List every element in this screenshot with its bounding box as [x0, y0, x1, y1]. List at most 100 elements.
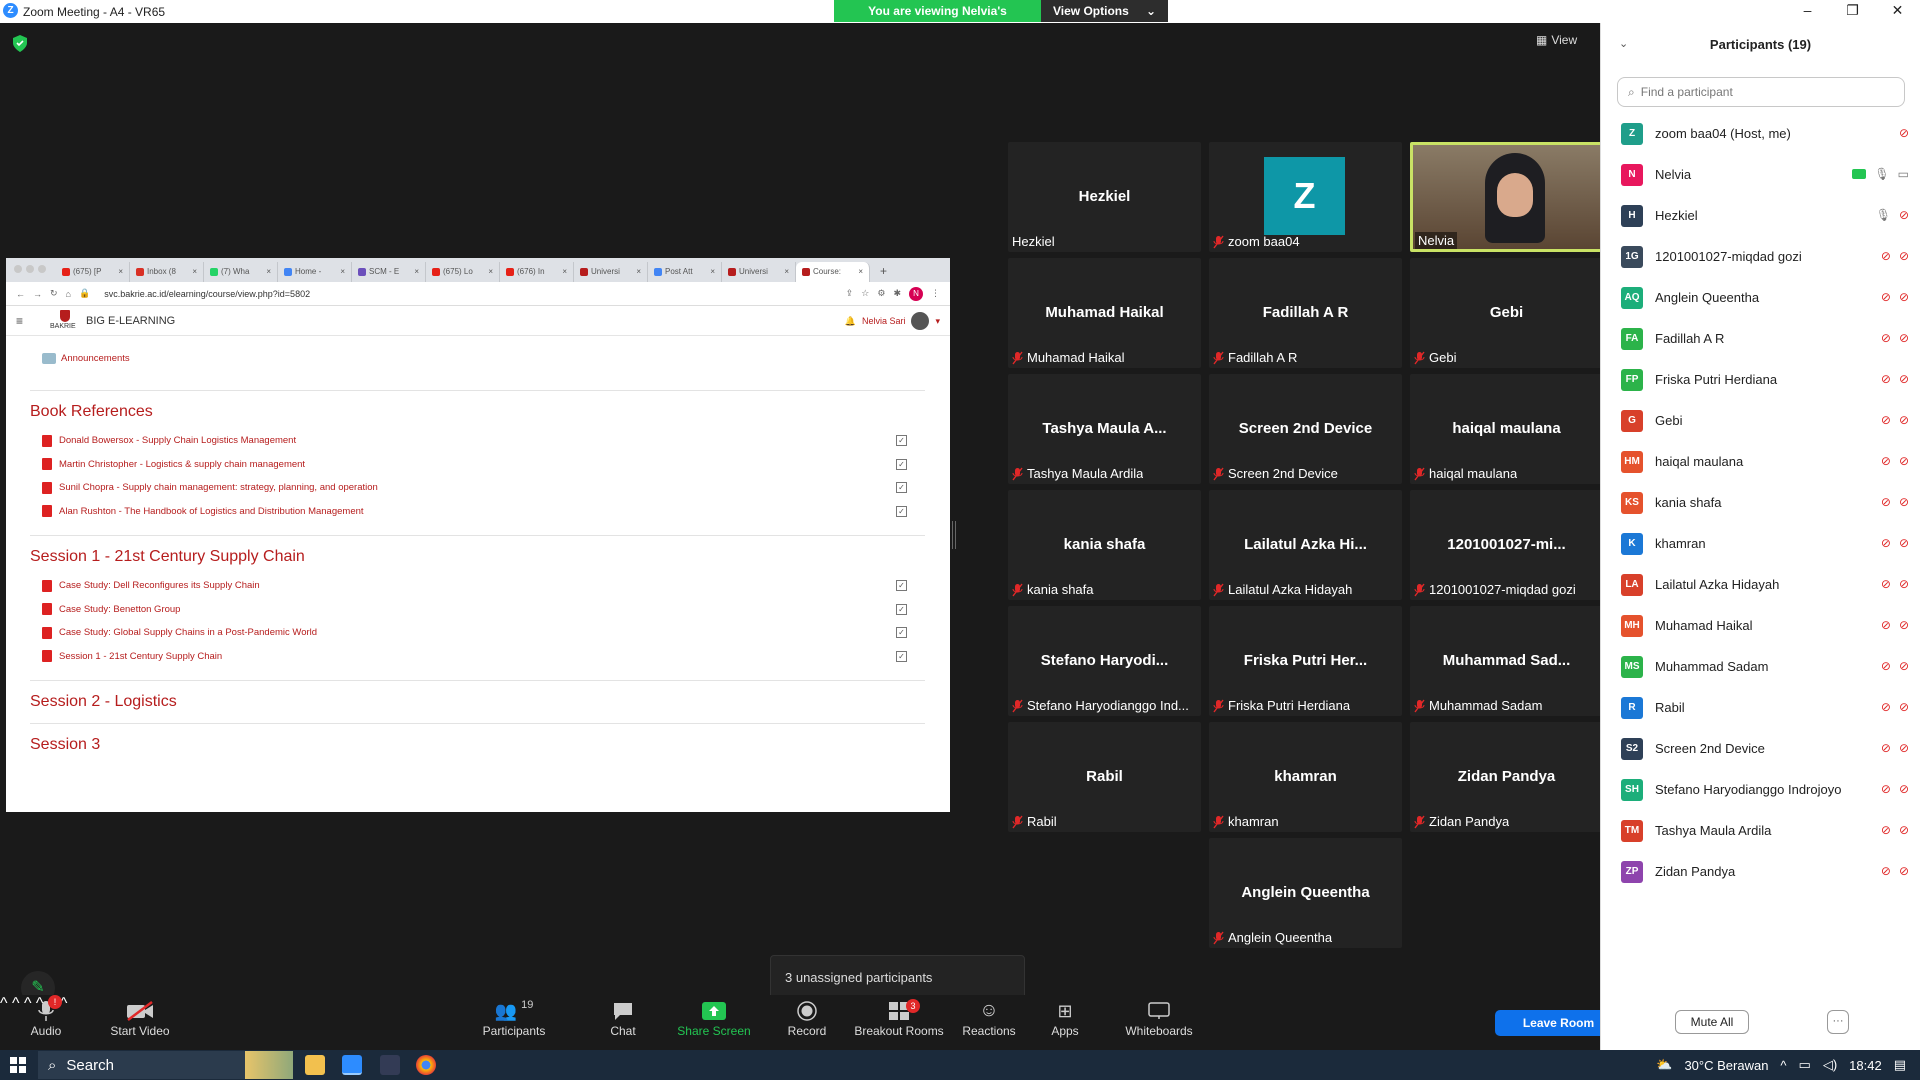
muted-mic-icon[interactable]: ⊘	[1881, 823, 1891, 837]
participant-row[interactable]: G Gebi ⊘ ⊘	[1617, 400, 1909, 441]
chat-options-caret[interactable]: ^	[12, 995, 20, 1012]
muted-mic-icon[interactable]: ⊘	[1881, 454, 1891, 468]
breakout-rooms-button[interactable]: 3 Breakout Rooms	[853, 998, 945, 1038]
view-layout-button[interactable]: ▦ View	[1536, 33, 1577, 47]
apps-button[interactable]: ⊞ Apps	[1050, 998, 1080, 1039]
section-title[interactable]: Book References	[30, 403, 925, 421]
kebab-menu-icon[interactable]: ⋮	[931, 288, 940, 299]
participant-tile[interactable]: Muhamad Haikal Muhamad Haikal	[1008, 258, 1201, 368]
participant-tile[interactable]: Fadillah A R Fadillah A R	[1209, 258, 1402, 368]
browser-tab[interactable]: Home - ×	[278, 262, 352, 282]
muted-mic-icon[interactable]: ⊘	[1881, 864, 1891, 878]
participant-row[interactable]: H Hezkiel 🎙 ⊘	[1617, 195, 1909, 236]
participant-row[interactable]: KS kania shafa ⊘ ⊘	[1617, 482, 1909, 523]
clock[interactable]: 18:42	[1849, 1058, 1882, 1073]
resource-link[interactable]: Session 1 - 21st Century Supply Chain	[59, 651, 222, 662]
tab-close-icon[interactable]: ×	[488, 267, 493, 277]
participant-row[interactable]: HM haiqal maulana ⊘ ⊘	[1617, 441, 1909, 482]
resource-item[interactable]: Alan Rushton - The Handbook of Logistics…	[30, 500, 925, 524]
video-off-icon[interactable]: ⊘	[1899, 823, 1909, 837]
audio-button[interactable]: ! Audio	[28, 995, 64, 1038]
video-off-icon[interactable]: ⊘	[1899, 577, 1909, 591]
browser-tab[interactable]: Course: ×	[796, 262, 870, 282]
volume-icon[interactable]: ◁)	[1823, 1057, 1837, 1073]
microphone-icon[interactable]: 🎙	[1876, 208, 1891, 222]
participant-row[interactable]: ZP Zidan Pandya ⊘ ⊘	[1617, 851, 1909, 892]
minimize-button[interactable]: –	[1785, 0, 1830, 23]
video-off-icon[interactable]: ⊘	[1899, 700, 1909, 714]
video-off-icon[interactable]: ⊘	[1899, 659, 1909, 673]
muted-mic-icon[interactable]: ⊘	[1881, 495, 1891, 509]
completion-checkbox[interactable]: ✓	[896, 580, 907, 591]
resource-item[interactable]: Case Study: Global Supply Chains in a Po…	[30, 621, 925, 645]
participant-row[interactable]: SH Stefano Haryodianggo Indrojoyo ⊘ ⊘	[1617, 769, 1909, 810]
tab-close-icon[interactable]: ×	[636, 267, 641, 277]
video-off-icon[interactable]: ⊘	[1899, 413, 1909, 427]
browser-tab[interactable]: SCM - E ×	[352, 262, 426, 282]
participant-row[interactable]: TM Tashya Maula Ardila ⊘ ⊘	[1617, 810, 1909, 851]
video-off-icon[interactable]: ⊘	[1899, 249, 1909, 263]
extension-icon[interactable]: ⚙	[877, 288, 885, 299]
maximize-button[interactable]: ❐	[1830, 0, 1875, 23]
user-name[interactable]: Nelvia Sari	[862, 316, 906, 326]
muted-mic-icon[interactable]: ⊘	[1881, 331, 1891, 345]
participant-tile[interactable]: Zidan Pandya Zidan Pandya	[1410, 722, 1603, 832]
participant-tile[interactable]: Anglein Queentha Anglein Queentha	[1209, 838, 1402, 948]
muted-mic-icon[interactable]: ⊘	[1881, 372, 1891, 386]
browser-address-bar[interactable]: ← → ↻ ⌂ 🔒 svc.bakrie.ac.id/elearning/cou…	[6, 282, 950, 306]
start-video-button[interactable]: Start Video	[105, 998, 175, 1038]
chrome-icon[interactable]	[416, 1055, 436, 1075]
section-title[interactable]: Session 3	[30, 736, 925, 754]
split-drag-handle[interactable]	[952, 521, 956, 549]
participant-tile[interactable]: Muhammad Sad... Muhammad Sadam	[1410, 606, 1603, 716]
participant-tile[interactable]: 1201001027-mi... 1201001027-miqdad gozi	[1410, 490, 1603, 600]
home-icon[interactable]: ⌂	[66, 289, 71, 299]
participants-button[interactable]: 👥 19 Participants	[480, 998, 548, 1038]
back-icon[interactable]: ←	[16, 289, 25, 299]
participant-row[interactable]: LA Lailatul Azka Hidayah ⊘ ⊘	[1617, 564, 1909, 605]
resource-link[interactable]: Martin Christopher - Logistics & supply …	[59, 459, 305, 470]
resource-item[interactable]: Session 1 - 21st Century Supply Chain ✓	[30, 645, 925, 669]
resource-link[interactable]: Case Study: Global Supply Chains in a Po…	[59, 627, 317, 638]
user-avatar[interactable]	[911, 312, 930, 330]
announcements-link[interactable]: Announcements	[30, 338, 925, 378]
muted-mic-icon[interactable]: ⊘	[1899, 126, 1909, 140]
participant-tile[interactable]: Tashya Maula A... Tashya Maula Ardila	[1008, 374, 1201, 484]
chat-button[interactable]: Chat	[605, 998, 641, 1038]
video-off-icon[interactable]: ⊘	[1899, 618, 1909, 632]
profile-icon[interactable]: N	[909, 286, 923, 301]
participant-tile[interactable]: Rabil Rabil	[1008, 722, 1201, 832]
participant-tile[interactable]: khamran khamran	[1209, 722, 1402, 832]
resource-link[interactable]: Case Study: Benetton Group	[59, 604, 180, 615]
network-icon[interactable]: ▭	[1799, 1057, 1811, 1073]
participant-tile[interactable]: Lailatul Azka Hi... Lailatul Azka Hidayah	[1209, 490, 1402, 600]
file-explorer-icon[interactable]	[305, 1055, 325, 1075]
participant-row[interactable]: S2 Screen 2nd Device ⊘ ⊘	[1617, 728, 1909, 769]
browser-tab[interactable]: Inbox (8 ×	[130, 262, 204, 282]
taskbar-search[interactable]: ⌕ Search	[38, 1051, 293, 1079]
participant-tile[interactable]: Stefano Haryodi... Stefano Haryodianggo I…	[1008, 606, 1201, 716]
new-tab-icon[interactable]: +	[880, 264, 887, 278]
participant-row[interactable]: 1G 1201001027-miqdad gozi ⊘ ⊘	[1617, 236, 1909, 277]
notification-icon[interactable]: ▤	[1894, 1057, 1906, 1073]
section-title[interactable]: Session 1 - 21st Century Supply Chain	[30, 548, 925, 566]
muted-mic-icon[interactable]: ⊘	[1881, 741, 1891, 755]
muted-mic-icon[interactable]: ⊘	[1881, 413, 1891, 427]
tab-close-icon[interactable]: ×	[118, 267, 123, 277]
video-off-icon[interactable]: ⊘	[1899, 331, 1909, 345]
zoom-app-icon[interactable]	[342, 1055, 362, 1075]
participant-row[interactable]: MH Muhamad Haikal ⊘ ⊘	[1617, 605, 1909, 646]
browser-tab[interactable]: (7) Wha ×	[204, 262, 278, 282]
video-off-icon[interactable]: ⊘	[1899, 454, 1909, 468]
video-off-icon[interactable]: ⊘	[1899, 864, 1909, 878]
resource-link[interactable]: Case Study: Dell Reconfigures its Supply…	[59, 580, 260, 591]
resource-item[interactable]: Case Study: Benetton Group ✓	[30, 598, 925, 622]
participant-tile[interactable]: kania shafa kania shafa	[1008, 490, 1201, 600]
hamburger-menu-icon[interactable]: ≡	[16, 314, 36, 328]
microphone-icon[interactable]: 🎙	[1874, 167, 1889, 181]
completion-checkbox[interactable]: ✓	[896, 435, 907, 446]
share-screen-button[interactable]: Share Screen	[677, 998, 751, 1038]
video-off-icon[interactable]: ⊘	[1899, 495, 1909, 509]
completion-checkbox[interactable]: ✓	[896, 458, 907, 470]
camera-app-icon[interactable]	[380, 1055, 400, 1075]
